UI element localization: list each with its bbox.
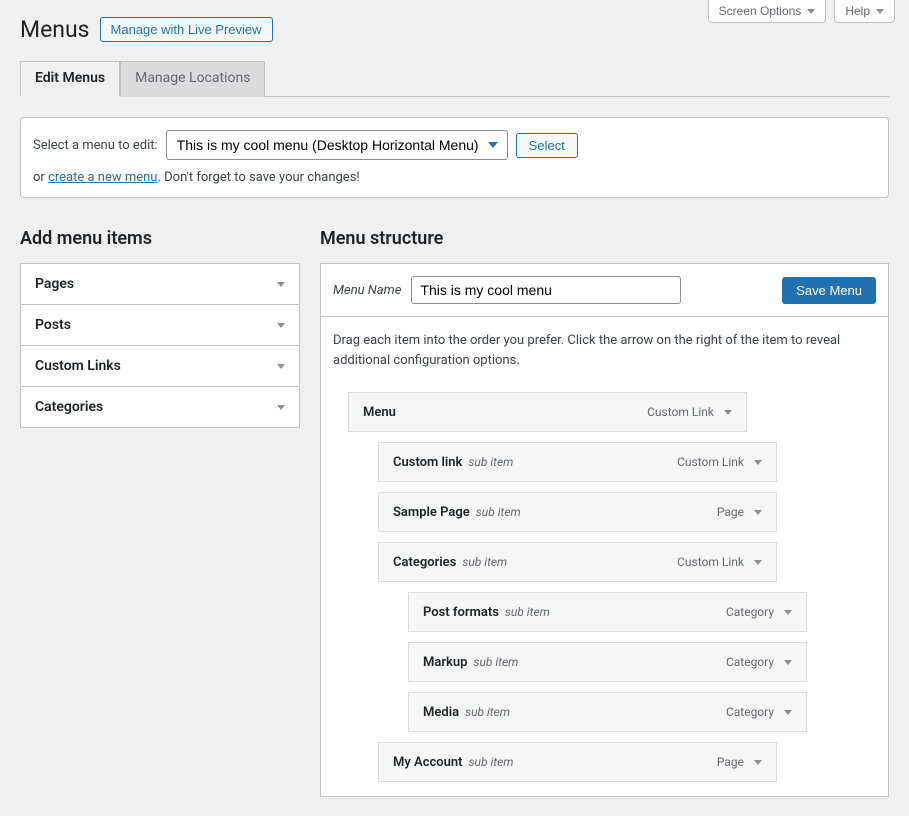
menu-item-sub: sub item	[465, 705, 510, 719]
menu-structure-heading: Menu structure	[320, 228, 889, 249]
add-items-heading: Add menu items	[20, 228, 300, 249]
menu-item-title: My Account	[393, 755, 463, 770]
menu-item-type: Page	[717, 755, 744, 769]
menu-item-type: Category	[726, 605, 774, 619]
menu-item[interactable]: Sample Page sub item Page	[378, 492, 777, 532]
tab-edit-menus[interactable]: Edit Menus	[20, 61, 120, 97]
select-panel: Select a menu to edit: This is my cool m…	[20, 117, 889, 198]
caret-down-icon[interactable]	[724, 410, 732, 415]
menu-item-title: Sample Page	[393, 505, 470, 520]
menu-item-sub: sub item	[469, 755, 514, 769]
menu-item-sub: sub item	[468, 455, 513, 469]
caret-down-icon	[876, 9, 884, 14]
menu-list: MenuCustom LinkCustom linksub itemCustom…	[333, 392, 876, 782]
caret-down-icon[interactable]	[784, 660, 792, 665]
menu-item-type: Page	[717, 505, 744, 519]
menu-item-sub: sub item	[505, 605, 550, 619]
caret-down-icon	[277, 282, 285, 287]
caret-down-icon	[277, 405, 285, 410]
structure-desc: Drag each item into the order you prefer…	[333, 331, 876, 370]
live-preview-button[interactable]: Manage with Live Preview	[100, 17, 273, 42]
tabs: Edit Menus Manage Locations	[20, 61, 889, 97]
screen-options-label: Screen Options	[719, 4, 802, 18]
menu-item-type: Category	[726, 705, 774, 719]
accordion-item-custom-links[interactable]: Custom Links	[21, 346, 299, 387]
menu-item[interactable]: Markup sub item Category	[408, 642, 807, 682]
menu-item-type: Custom Link	[677, 455, 744, 469]
menu-item-title: Custom link	[393, 455, 462, 470]
menu-item-sub: sub item	[462, 555, 507, 569]
tab-manage-locations[interactable]: Manage Locations	[120, 61, 265, 97]
menu-item[interactable]: Categories sub item Custom Link	[378, 542, 777, 582]
menu-item-title: Post formats	[423, 605, 499, 620]
menu-name-label: Menu Name	[333, 283, 401, 298]
or-prefix: or	[33, 170, 48, 185]
menu-select[interactable]: This is my cool menu (Desktop Horizontal…	[166, 130, 508, 160]
screen-options-button[interactable]: Screen Options	[708, 0, 827, 23]
caret-down-icon[interactable]	[754, 760, 762, 765]
caret-down-icon[interactable]	[754, 510, 762, 515]
accordion-item-label: Posts	[35, 317, 71, 333]
menu-item-sub: sub item	[476, 505, 521, 519]
select-menu-label: Select a menu to edit:	[33, 138, 158, 153]
caret-down-icon[interactable]	[784, 610, 792, 615]
caret-down-icon	[277, 323, 285, 328]
menu-item[interactable]: My Account sub item Page	[378, 742, 777, 782]
menu-item[interactable]: Menu Custom Link	[348, 392, 747, 432]
menu-item-title: Categories	[393, 555, 456, 570]
create-new-menu-link[interactable]: create a new menu	[48, 170, 157, 185]
caret-down-icon	[807, 9, 815, 14]
help-button[interactable]: Help	[834, 0, 895, 23]
menu-item-title: Media	[423, 705, 459, 720]
caret-down-icon	[277, 364, 285, 369]
accordion-item-label: Categories	[35, 399, 103, 415]
menu-structure-panel: Menu Name Save Menu Drag each item into …	[320, 263, 889, 797]
caret-down-icon[interactable]	[754, 560, 762, 565]
menu-item-type: Custom Link	[647, 405, 714, 419]
accordion: Pages Posts Custom Links Categories	[20, 263, 300, 428]
help-label: Help	[845, 4, 870, 18]
menu-item[interactable]: Media sub item Category	[408, 692, 807, 732]
menu-item[interactable]: Custom link sub item Custom Link	[378, 442, 777, 482]
accordion-item-categories[interactable]: Categories	[21, 387, 299, 427]
caret-down-icon[interactable]	[784, 710, 792, 715]
caret-down-icon[interactable]	[754, 460, 762, 465]
accordion-item-posts[interactable]: Posts	[21, 305, 299, 346]
accordion-item-label: Custom Links	[35, 358, 121, 374]
menu-item[interactable]: Post formats sub item Category	[408, 592, 807, 632]
menu-name-input[interactable]	[411, 276, 681, 304]
menu-item-type: Category	[726, 655, 774, 669]
menu-item-title: Markup	[423, 655, 467, 670]
accordion-item-pages[interactable]: Pages	[21, 264, 299, 305]
menu-item-sub: sub item	[473, 655, 518, 669]
or-suffix: . Don't forget to save your changes!	[157, 170, 359, 185]
select-button[interactable]: Select	[516, 133, 578, 158]
page-title: Menus	[20, 16, 90, 43]
menu-item-type: Custom Link	[677, 555, 744, 569]
menu-item-title: Menu	[363, 405, 396, 420]
create-menu-text: or create a new menu. Don't forget to sa…	[33, 170, 876, 185]
accordion-item-label: Pages	[35, 276, 74, 292]
save-menu-button[interactable]: Save Menu	[782, 277, 876, 304]
